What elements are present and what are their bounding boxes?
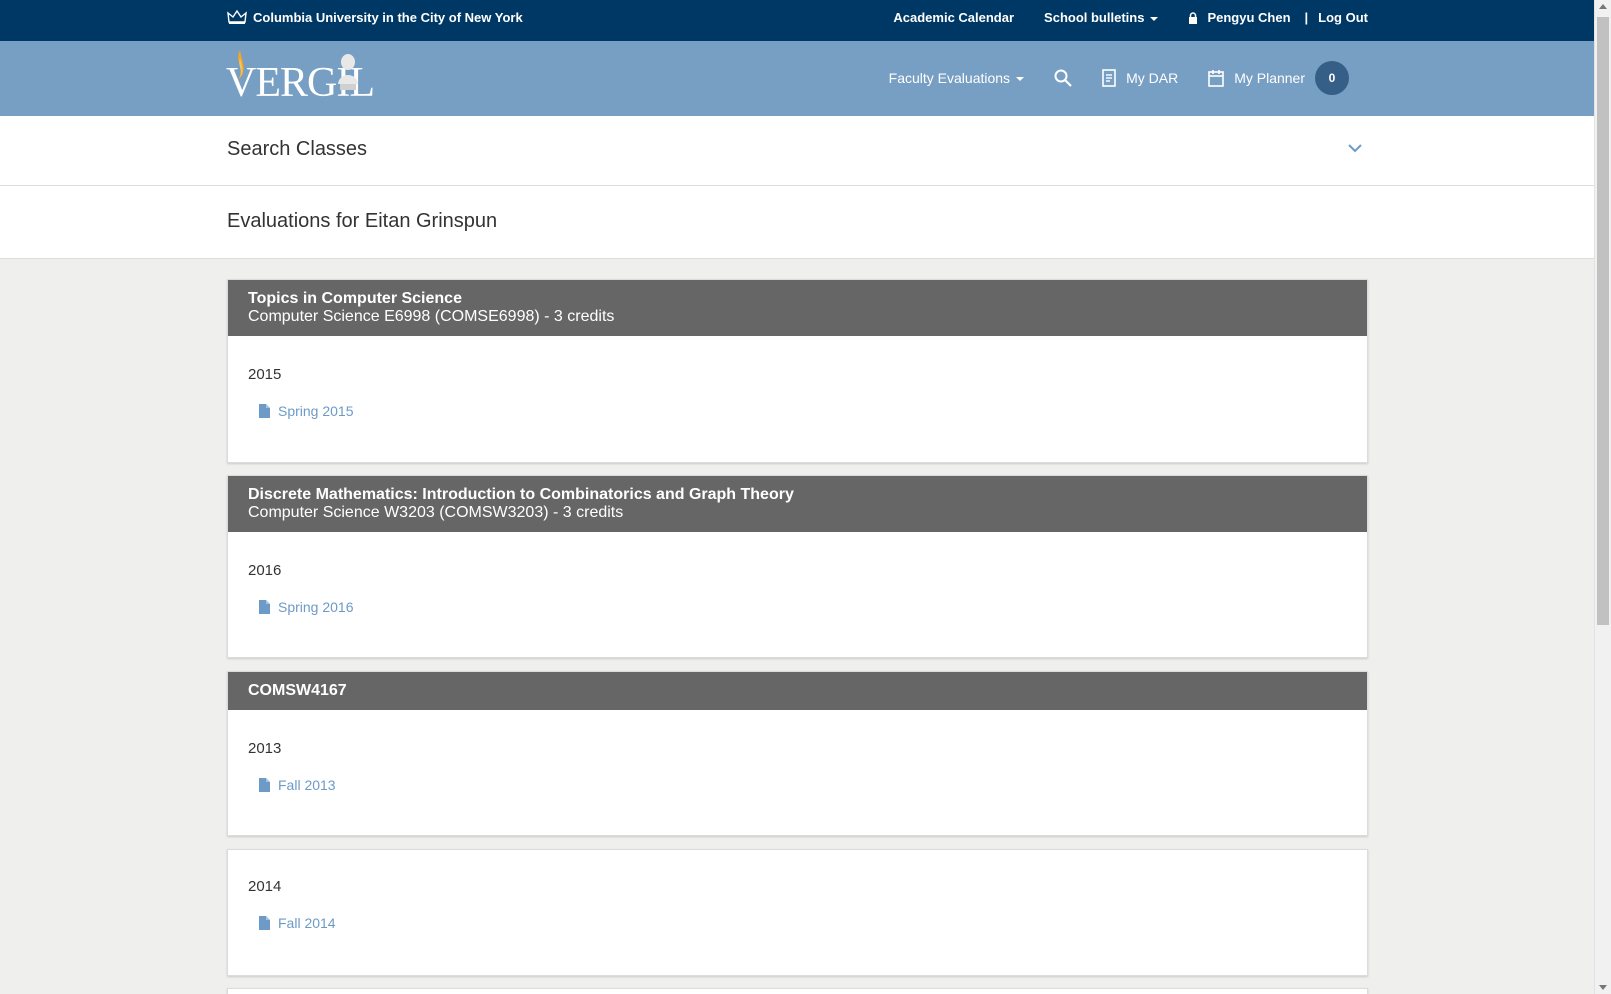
search-icon bbox=[1054, 69, 1072, 87]
calendar-icon bbox=[1208, 70, 1224, 87]
main-header: VERGIL Faculty Evaluations My DAR My Pla… bbox=[0, 41, 1594, 116]
course-body: 2016 Spring 2016 bbox=[228, 532, 1367, 615]
search-button[interactable] bbox=[1054, 69, 1072, 87]
course-title: COMSW4167 bbox=[248, 682, 347, 699]
planner-count-badge: 0 bbox=[1315, 61, 1349, 95]
scroll-down-icon[interactable] bbox=[1599, 985, 1607, 990]
caret-down-icon bbox=[1150, 16, 1159, 21]
course-title: Topics in Computer Science bbox=[248, 290, 462, 307]
my-planner-label: My Planner bbox=[1234, 70, 1305, 86]
document-icon bbox=[1102, 69, 1116, 87]
course-card: Topics in Computer Science Computer Scie… bbox=[227, 279, 1368, 463]
course-body: 2014 Fall 2014 bbox=[228, 850, 1367, 931]
course-header: Discrete Mathematics: Introduction to Co… bbox=[228, 476, 1367, 532]
page: Columbia University in the City of New Y… bbox=[0, 0, 1594, 994]
user-name: Pengyu Chen bbox=[1207, 10, 1291, 25]
academic-calendar-link[interactable]: Academic Calendar bbox=[893, 10, 1014, 25]
my-dar-label: My DAR bbox=[1126, 70, 1179, 86]
page-title: Evaluations for Eitan Grinspun bbox=[227, 210, 498, 232]
university-name: Columbia University in the City of New Y… bbox=[253, 9, 523, 25]
term-link[interactable]: Fall 2013 bbox=[259, 777, 1347, 793]
school-bulletins-label: School bulletins bbox=[1044, 10, 1145, 25]
my-dar-link[interactable]: My DAR bbox=[1102, 69, 1178, 87]
course-header: COMSW4167 bbox=[228, 672, 1367, 710]
top-links: Academic Calendar School bulletins Pengy… bbox=[893, 10, 1368, 25]
faculty-evaluations-label: Faculty Evaluations bbox=[888, 70, 1011, 86]
school-bulletins-dropdown[interactable]: School bulletins bbox=[1044, 10, 1159, 25]
course-card: 2014 Fall 2014 bbox=[227, 849, 1368, 976]
term-label: Fall 2014 bbox=[278, 915, 336, 931]
vergil-logo[interactable]: VERGIL bbox=[226, 46, 376, 106]
evaluations-title-row: Evaluations for Eitan Grinspun bbox=[0, 186, 1594, 259]
page-scrollbar[interactable] bbox=[1594, 0, 1611, 994]
course-card: COMSW4167 2013 Fall 2013 bbox=[227, 671, 1368, 836]
my-planner-link[interactable]: My Planner 0 bbox=[1208, 61, 1349, 95]
course-card: Discrete Mathematics: Introduction to Co… bbox=[227, 475, 1368, 658]
top-bar: Columbia University in the City of New Y… bbox=[0, 0, 1594, 41]
term-link[interactable]: Fall 2014 bbox=[259, 915, 1347, 931]
course-body: 2013 Fall 2013 bbox=[228, 710, 1367, 793]
year-label: 2014 bbox=[248, 878, 282, 895]
university-brand[interactable]: Columbia University in the City of New Y… bbox=[227, 9, 523, 25]
main-nav: Faculty Evaluations My DAR My Planner 0 bbox=[889, 61, 1349, 95]
course-header: Topics in Computer Science Computer Scie… bbox=[228, 280, 1367, 336]
course-body: 2015 Spring 2015 bbox=[228, 336, 1367, 419]
caret-down-icon bbox=[1016, 77, 1025, 81]
chevron-down-icon[interactable] bbox=[1348, 144, 1362, 153]
crown-icon bbox=[227, 9, 247, 24]
file-icon bbox=[259, 404, 270, 418]
lock-icon bbox=[1189, 11, 1198, 24]
year-label: 2016 bbox=[248, 562, 282, 579]
course-subtitle: Computer Science W3203 (COMSW3203) - 3 c… bbox=[248, 504, 624, 521]
course-subtitle: Computer Science E6998 (COMSE6998) - 3 c… bbox=[248, 308, 615, 325]
file-icon bbox=[259, 916, 270, 930]
logout-link[interactable]: Log Out bbox=[1318, 10, 1368, 25]
file-icon bbox=[259, 778, 270, 792]
term-label: Spring 2015 bbox=[278, 403, 354, 419]
separator: | bbox=[1304, 10, 1309, 25]
term-link[interactable]: Spring 2016 bbox=[259, 599, 1347, 615]
scrollbar-thumb[interactable] bbox=[1597, 17, 1609, 625]
scroll-up-icon[interactable] bbox=[1599, 4, 1607, 9]
search-classes-toggle[interactable]: Search Classes bbox=[0, 116, 1594, 186]
term-label: Fall 2013 bbox=[278, 777, 336, 793]
year-label: 2015 bbox=[248, 366, 282, 383]
faculty-evaluations-dropdown[interactable]: Faculty Evaluations bbox=[888, 70, 1025, 86]
file-icon bbox=[259, 600, 270, 614]
course-card-partial bbox=[227, 988, 1368, 994]
user-account[interactable]: Pengyu Chen bbox=[1188, 10, 1291, 25]
course-title: Discrete Mathematics: Introduction to Co… bbox=[248, 486, 794, 503]
year-label: 2013 bbox=[248, 740, 282, 757]
search-classes-label: Search Classes bbox=[227, 138, 368, 160]
term-link[interactable]: Spring 2015 bbox=[259, 403, 1347, 419]
term-label: Spring 2016 bbox=[278, 599, 354, 615]
